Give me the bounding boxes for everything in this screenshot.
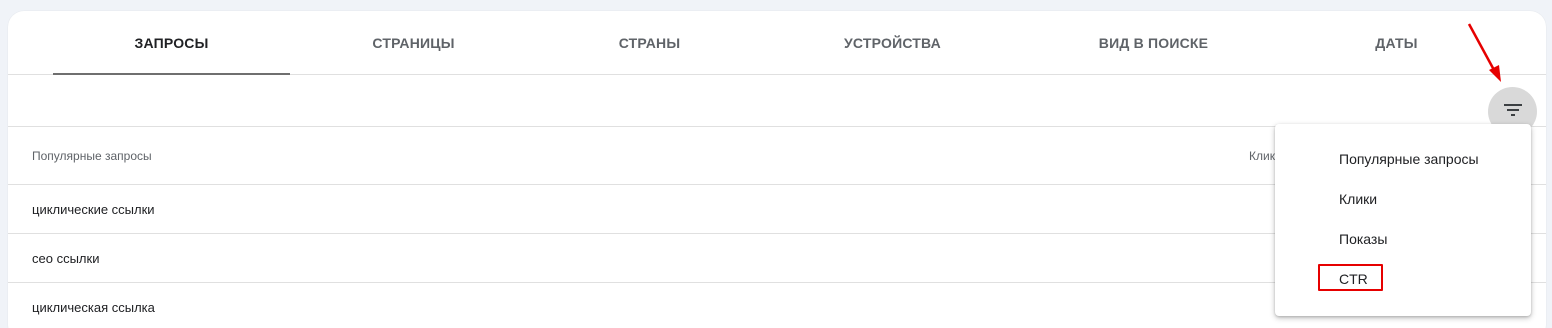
query-cell: циклическая ссылка [32, 300, 155, 315]
query-cell: циклические ссылки [32, 202, 155, 217]
annotation-arrow-icon [1467, 23, 1501, 82]
table-toolbar [8, 76, 1546, 136]
tab-pages[interactable]: Страницы [295, 11, 532, 75]
filter-list-icon [1503, 103, 1522, 121]
menu-item-top-queries[interactable]: Популярные запросы [1275, 139, 1531, 179]
menu-item-ctr[interactable]: CTR [1275, 259, 1531, 299]
sort-menu: Популярные запросы Клики Показы CTR [1275, 124, 1531, 316]
report-tabs: Запросы Страницы Страны Устройства Вид в… [8, 11, 1546, 75]
tab-countries[interactable]: Страны [531, 11, 768, 75]
tab-queries[interactable]: Запросы [53, 11, 290, 75]
tab-search-appearance[interactable]: Вид в поиске [1035, 11, 1272, 75]
menu-item-impressions[interactable]: Показы [1275, 219, 1531, 259]
active-tab-indicator [53, 73, 290, 75]
column-header-queries[interactable]: Популярные запросы [32, 149, 152, 163]
query-cell: сео ссылки [32, 251, 100, 266]
tab-devices[interactable]: Устройства [774, 11, 1011, 75]
menu-item-clicks[interactable]: Клики [1275, 179, 1531, 219]
